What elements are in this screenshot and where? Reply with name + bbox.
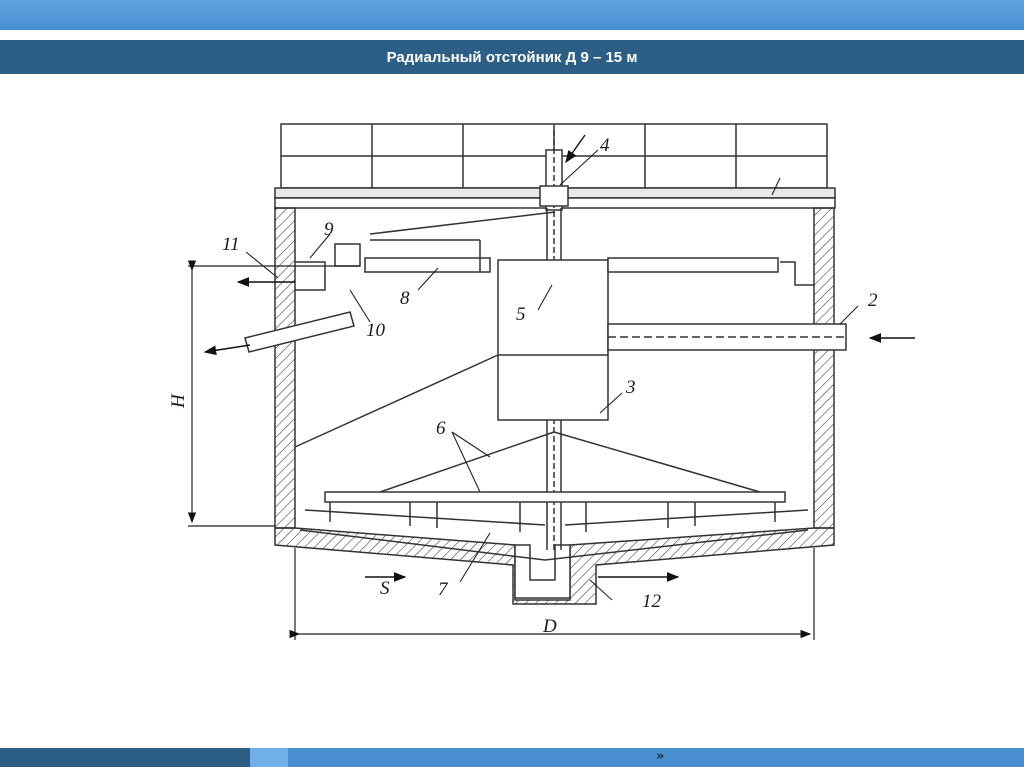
label-h: H (168, 393, 189, 409)
label-3: 3 (625, 377, 636, 398)
slide-title: Радиальный отстойник Д 9 – 15 м (386, 48, 638, 66)
bottom-band-dark (0, 748, 250, 767)
label-11: 11 (222, 234, 240, 255)
settler-diagram: 4 2 3 5 6 7 8 9 10 11 12 S D H (0, 74, 1024, 746)
label-6: 6 (436, 418, 446, 439)
label-s: S (380, 578, 390, 599)
label-d: D (542, 616, 557, 637)
next-slide-button[interactable]: » (656, 749, 664, 766)
top-divider (0, 30, 1024, 40)
label-7: 7 (438, 579, 449, 600)
dimension-h (187, 260, 360, 527)
bottom-band: » (0, 748, 1024, 767)
label-9: 9 (324, 219, 334, 240)
label-5: 5 (516, 304, 526, 325)
label-4: 4 (600, 135, 610, 156)
top-accent-band (0, 0, 1024, 30)
title-bar: Радиальный отстойник Д 9 – 15 м (0, 40, 1024, 74)
distribution-cylinder (497, 259, 609, 421)
inlet-pipe (607, 323, 847, 351)
label-2: 2 (868, 290, 878, 311)
bottom-band-accent (250, 748, 288, 767)
label-12: 12 (642, 591, 662, 612)
label-8: 8 (400, 288, 410, 309)
label-10: 10 (366, 320, 386, 341)
